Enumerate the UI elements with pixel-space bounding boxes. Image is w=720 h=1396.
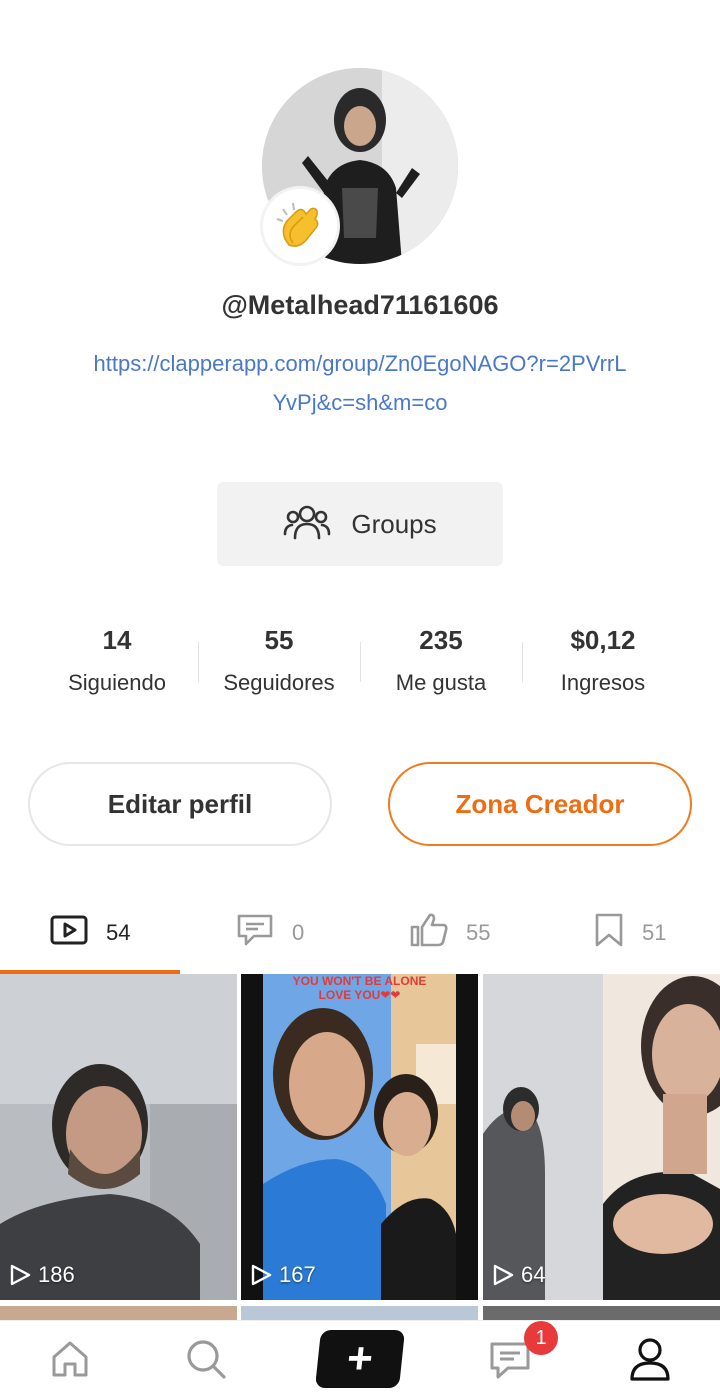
play-icon <box>251 1264 272 1286</box>
stat-following[interactable]: 14 Siguiendo <box>36 620 198 696</box>
play-icon <box>10 1264 31 1286</box>
stat-value: 14 <box>102 625 132 655</box>
groups-label: Groups <box>351 508 437 539</box>
view-count-value: 186 <box>38 1262 75 1287</box>
nav-create[interactable]: + <box>314 1321 406 1396</box>
profile-icon <box>630 1338 670 1381</box>
tab-count: 0 <box>292 920 305 945</box>
tab-count: 51 <box>642 920 667 945</box>
video-icon <box>50 915 88 951</box>
bookmark-icon <box>594 912 624 954</box>
video-overlay-text: YOU WON'T BE ALONE LOVE YOU❤❤ <box>292 974 427 1002</box>
groups-icon <box>283 502 331 547</box>
stat-label: Me gusta <box>395 670 487 695</box>
stat-earnings[interactable]: $0,12 Ingresos <box>522 620 684 696</box>
stat-label: Siguiendo <box>68 670 166 695</box>
nav-profile[interactable] <box>610 1321 690 1396</box>
stat-likes[interactable]: 235 Me gusta <box>360 620 522 696</box>
profile-avatar[interactable] <box>260 68 458 266</box>
view-count: 64 <box>491 1262 545 1288</box>
tab-count: 54 <box>106 920 131 945</box>
video-thumbnail[interactable]: YOU WON'T BE ALONE LOVE YOU❤❤ 167 <box>241 974 478 1300</box>
home-icon <box>52 1341 88 1377</box>
view-count-value: 167 <box>279 1262 316 1287</box>
tab-videos[interactable]: 54 <box>50 896 130 970</box>
view-count: 167 <box>249 1262 316 1288</box>
stat-label: Ingresos <box>560 670 646 695</box>
profile-username: @Metalhead71161606 <box>221 290 499 320</box>
nav-search[interactable] <box>166 1321 246 1396</box>
stat-value: $0,12 <box>570 625 636 655</box>
bottom-navigation: + 1 <box>0 1320 720 1396</box>
tab-count: 55 <box>466 920 491 945</box>
stat-label: Seguidores <box>223 670 335 695</box>
comment-icon <box>236 913 274 953</box>
nav-home[interactable] <box>30 1321 110 1396</box>
view-count-value: 64 <box>521 1262 546 1287</box>
profile-stats: 14 Siguiendo 55 Seguidores 235 Me gusta … <box>36 620 684 696</box>
view-count: 186 <box>8 1262 75 1288</box>
tab-saved[interactable]: 51 <box>594 896 666 970</box>
video-thumbnail[interactable]: 186 <box>0 974 237 1300</box>
stat-value: 55 <box>264 625 294 655</box>
play-icon <box>493 1264 514 1286</box>
edit-profile-button[interactable]: Editar perfil <box>28 762 332 846</box>
tab-likes[interactable]: 55 <box>410 896 490 970</box>
thumbs-up-icon <box>410 912 448 954</box>
creator-zone-button[interactable]: Zona Creador <box>388 762 692 846</box>
stat-value: 235 <box>419 625 463 655</box>
groups-button[interactable]: Groups <box>217 482 503 566</box>
tab-comments[interactable]: 0 <box>236 896 304 970</box>
stat-followers[interactable]: 55 Seguidores <box>198 620 360 696</box>
profile-link[interactable]: https://clapperapp.com/group/Zn0EgoNAGO?… <box>90 344 630 422</box>
plus-icon: + <box>314 1330 406 1388</box>
content-tabs: 54 0 55 51 <box>0 896 720 974</box>
messages-badge: 1 <box>524 1321 558 1355</box>
video-thumbnail[interactable]: 64 <box>483 974 720 1300</box>
search-icon <box>187 1340 226 1379</box>
clapping-hands-icon <box>260 186 340 266</box>
